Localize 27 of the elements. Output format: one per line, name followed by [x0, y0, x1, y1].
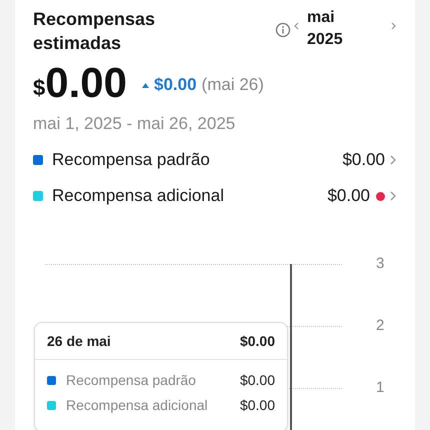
chevron-right-icon[interactable] — [389, 154, 397, 166]
legend-value: $0.00 — [342, 149, 385, 172]
y-axis-label: 1 — [376, 378, 384, 398]
y-axis-label: 2 — [376, 316, 384, 336]
change-amount: $0.00 — [154, 74, 197, 96]
tooltip-value: $0.00 — [240, 370, 275, 390]
tooltip-total: $0.00 — [240, 332, 275, 350]
tooltip-value: $0.00 — [240, 396, 275, 414]
chevron-right-icon[interactable] — [389, 190, 397, 202]
card-title: Recompensas estimadas — [33, 8, 156, 55]
legend-row[interactable]: Recompensa padrão $0.00 — [33, 149, 397, 171]
legend-label: Recompensa adicional — [52, 185, 224, 208]
triangle-up-icon — [141, 82, 150, 89]
chevron-right-icon[interactable] — [389, 21, 397, 31]
period-label: mai 2025 — [307, 8, 344, 50]
total-amount: $0.00 — [33, 61, 127, 105]
info-icon[interactable] — [275, 22, 291, 38]
tooltip-date: 26 de mai — [47, 332, 111, 350]
legend-value: $0.00 — [327, 185, 370, 208]
change-date: (mai 26) — [202, 74, 264, 96]
chevron-left-icon[interactable] — [293, 21, 301, 31]
tooltip-label: Recompensa padrão — [66, 370, 196, 390]
tooltip-label: Recompensa adicional — [66, 396, 208, 415]
legend-label: Recompensa padrão — [52, 149, 210, 172]
legend-row[interactable]: Recompensa adicional $0.00 — [33, 185, 397, 207]
y-axis-label: 3 — [376, 254, 384, 274]
date-range: mai 1, 2025 - mai 26, 2025 — [33, 113, 236, 135]
